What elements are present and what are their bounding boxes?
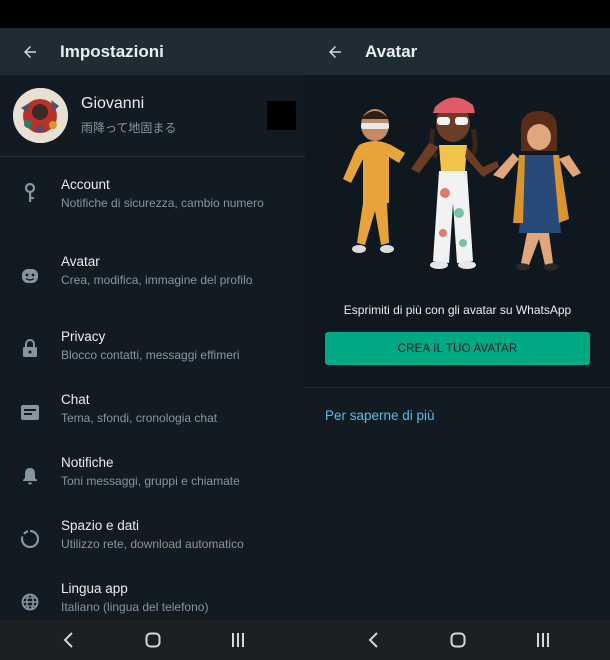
- page-title: Avatar: [365, 41, 418, 61]
- bell-icon: [20, 466, 40, 486]
- avatar[interactable]: [13, 88, 68, 143]
- nav-back-button[interactable]: [363, 630, 383, 650]
- nav-home-button[interactable]: [143, 630, 163, 650]
- avatar-icon: [20, 266, 40, 286]
- settings-item-account[interactable]: Account Notifiche di sicurezza, cambio n…: [0, 165, 305, 242]
- profile-name: Giovanni: [81, 95, 145, 112]
- avatar-tagline: Esprimiti di più con gli avatar su Whats…: [343, 303, 572, 317]
- nav-home-button[interactable]: [448, 630, 468, 650]
- settings-item-notifications[interactable]: Notifiche Toni messaggi, gruppi e chiama…: [0, 445, 305, 508]
- settings-screen: Impostazioni Giovanni 雨降って地固まる Account N…: [0, 28, 305, 620]
- nav-group-left: [0, 620, 305, 660]
- data-usage-icon: [20, 529, 40, 549]
- lock-icon: [20, 338, 40, 358]
- nav-recents-button[interactable]: [533, 630, 553, 650]
- chat-icon: [20, 402, 40, 422]
- settings-item-label: Notifiche: [61, 455, 114, 470]
- arrow-back-icon: [329, 45, 341, 58]
- page-title: Impostazioni: [60, 41, 164, 61]
- settings-item-subtitle: Notifiche di sicurezza, cambio numero: [61, 196, 264, 210]
- avatar-illustration: [343, 97, 581, 271]
- chevron-left-icon: [368, 632, 378, 648]
- key-icon: [20, 183, 40, 203]
- settings-item-subtitle: Italiano (lingua del telefono): [61, 600, 209, 614]
- settings-item-label: Account: [61, 177, 110, 192]
- settings-item-avatar[interactable]: Avatar Crea, modifica, immagine del prof…: [0, 242, 305, 319]
- settings-item-subtitle: Utilizzo rete, download automatico: [61, 537, 244, 551]
- globe-icon: [20, 592, 40, 612]
- recents-icon: [537, 633, 549, 647]
- avatar-screen: Avatar Esprimiti di più con gli avatar s…: [305, 28, 610, 620]
- avatar-hero: Esprimiti di più con gli avatar su Whats…: [305, 75, 610, 388]
- settings-item-label: Chat: [61, 392, 90, 407]
- settings-item-chat[interactable]: Chat Tema, sfondi, cronologia chat: [0, 382, 305, 445]
- nav-recents-button[interactable]: [228, 630, 248, 650]
- settings-item-label: Spazio e dati: [61, 518, 140, 533]
- settings-item-label: Privacy: [61, 329, 106, 344]
- chevron-left-icon: [63, 632, 73, 648]
- avatar-app-bar: Avatar: [305, 28, 610, 75]
- system-navigation-bar: [0, 620, 610, 660]
- create-avatar-button[interactable]: CREA IL TUO AVATAR: [325, 332, 590, 365]
- back-button[interactable]: [0, 28, 60, 75]
- settings-item-app-language[interactable]: Lingua app Italiano (lingua del telefono…: [0, 571, 305, 620]
- home-square-icon: [145, 632, 161, 648]
- learn-more-link[interactable]: Per saperne di più: [325, 408, 435, 423]
- profile-status: 雨降って地固まる: [81, 121, 177, 135]
- settings-item-label: Avatar: [61, 254, 100, 269]
- settings-list: Account Notifiche di sicurezza, cambio n…: [0, 157, 305, 620]
- recents-icon: [232, 633, 244, 647]
- status-bar: [0, 0, 610, 28]
- settings-item-privacy[interactable]: Privacy Blocco contatti, messaggi effime…: [0, 319, 305, 382]
- home-square-icon: [450, 632, 466, 648]
- arrow-back-icon: [24, 45, 36, 58]
- qr-code-button[interactable]: [267, 101, 296, 130]
- settings-item-subtitle: Tema, sfondi, cronologia chat: [61, 411, 218, 425]
- nav-back-button[interactable]: [58, 630, 78, 650]
- settings-item-subtitle: Blocco contatti, messaggi effimeri: [61, 348, 240, 362]
- settings-item-subtitle: Toni messaggi, gruppi e chiamate: [61, 474, 240, 488]
- nav-group-right: [305, 620, 610, 660]
- profile-row[interactable]: Giovanni 雨降って地固まる: [0, 75, 305, 157]
- settings-item-label: Lingua app: [61, 581, 128, 596]
- settings-app-bar: Impostazioni: [0, 28, 305, 75]
- settings-item-subtitle: Crea, modifica, immagine del profilo: [61, 273, 253, 287]
- back-button[interactable]: [305, 28, 365, 75]
- settings-item-storage-data[interactable]: Spazio e dati Utilizzo rete, download au…: [0, 508, 305, 571]
